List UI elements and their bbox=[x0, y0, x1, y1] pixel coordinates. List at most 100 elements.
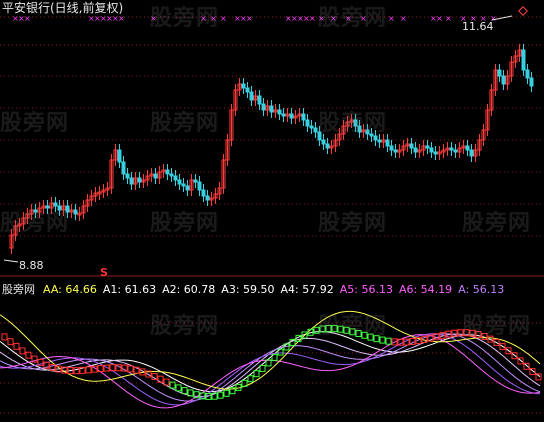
indicator-box bbox=[331, 325, 338, 333]
candle-body bbox=[369, 133, 374, 137]
signal-marker: × bbox=[210, 14, 217, 23]
indicator-box bbox=[355, 330, 362, 337]
candle-body bbox=[389, 145, 394, 151]
candle-body bbox=[309, 125, 314, 129]
signal-marker: × bbox=[436, 14, 443, 23]
candle-body bbox=[353, 119, 358, 127]
signal-marker: × bbox=[150, 14, 157, 23]
indicator-box bbox=[367, 333, 374, 341]
indicator-legend: 股旁网 AA: 64.66 A1: 61.63 A2: 60.78 A3: 59.50 A… bbox=[2, 283, 510, 296]
candle-body bbox=[277, 109, 282, 115]
indicator-box bbox=[349, 328, 356, 336]
signal-marker: × bbox=[24, 14, 31, 23]
candle-body bbox=[33, 209, 38, 213]
candle-body bbox=[413, 147, 418, 153]
candle-body bbox=[153, 173, 158, 179]
indicator-value-a6: A6: 54.19 bbox=[398, 283, 453, 296]
high-price-label: 11.64 bbox=[462, 20, 494, 33]
candle-body bbox=[121, 161, 126, 175]
candle-body bbox=[281, 113, 286, 117]
sell-signal-mark: S bbox=[100, 266, 108, 279]
candle-body bbox=[185, 185, 190, 191]
signal-marker: × bbox=[246, 14, 253, 23]
candle-body bbox=[357, 125, 362, 133]
indicator-box bbox=[361, 331, 368, 339]
candle-body bbox=[313, 127, 318, 133]
candle-body bbox=[393, 149, 398, 153]
candle-body bbox=[433, 151, 438, 155]
indicator-box bbox=[337, 325, 344, 333]
candle-body bbox=[465, 145, 470, 151]
price-chart[interactable]: × × × × × × × × × × × × × × × × × × × × × × × × × × × × × × × × × × bbox=[0, 0, 544, 422]
indicator-box bbox=[1, 333, 8, 341]
indicator-box bbox=[325, 325, 332, 332]
candle-body bbox=[177, 179, 182, 185]
low-price-arrow bbox=[3, 259, 19, 263]
indicator-value-a1: A1: 61.63 bbox=[102, 283, 157, 296]
candle-body bbox=[57, 205, 62, 211]
indicator-box bbox=[181, 387, 188, 395]
chart-window[interactable]: × × × × × × × × × × × × × × × × × × × × × × × × × × × × × × × × × × 平安银行(… bbox=[0, 0, 544, 422]
indicator-box bbox=[373, 335, 380, 343]
candle-body bbox=[525, 69, 530, 79]
signal-marker: × bbox=[388, 14, 395, 23]
indicator-value-a5: A5: 56.13 bbox=[339, 283, 393, 296]
candle-body bbox=[45, 205, 50, 209]
indicator-box bbox=[175, 384, 182, 392]
candle-body bbox=[53, 202, 58, 207]
candle-body bbox=[129, 177, 134, 185]
candle-body bbox=[173, 175, 178, 181]
candle-body bbox=[289, 113, 294, 119]
indicator-box bbox=[475, 331, 482, 338]
candle-body bbox=[245, 87, 250, 93]
candle-body bbox=[321, 139, 326, 145]
indicator-box bbox=[7, 338, 14, 346]
candle-body bbox=[305, 119, 310, 127]
indicator-box bbox=[13, 342, 20, 350]
candle-body bbox=[469, 149, 474, 157]
candle-body bbox=[377, 139, 382, 143]
candle-body bbox=[317, 131, 322, 141]
candle-body bbox=[365, 129, 370, 135]
candle-body bbox=[205, 195, 210, 201]
candle-body bbox=[137, 177, 142, 183]
candle-body bbox=[241, 83, 246, 89]
candle-body bbox=[197, 181, 202, 191]
signal-marker: × bbox=[445, 14, 452, 23]
candle-body bbox=[529, 77, 534, 87]
candle-body bbox=[409, 143, 414, 149]
candle-body bbox=[301, 113, 306, 121]
indicator-box bbox=[253, 370, 260, 378]
signal-marker: × bbox=[220, 14, 227, 23]
signal-marker: × bbox=[360, 14, 367, 23]
indicator-box bbox=[535, 373, 542, 381]
candle-body bbox=[193, 179, 198, 183]
candle-body bbox=[425, 145, 430, 149]
indicator-line bbox=[0, 333, 541, 406]
candle-body bbox=[249, 91, 254, 101]
candle-body bbox=[73, 209, 78, 215]
candle-body bbox=[385, 139, 390, 147]
indicator-line bbox=[0, 333, 541, 398]
indicator-box bbox=[379, 336, 386, 344]
indicator-value-a: A: 56.13 bbox=[458, 283, 505, 296]
signal-marker: × bbox=[345, 14, 352, 23]
indicator-value-a3: A3: 59.50 bbox=[221, 283, 275, 296]
candle-body bbox=[501, 75, 506, 85]
indicator-name: 股旁网 bbox=[2, 283, 35, 296]
candle-body bbox=[429, 147, 434, 153]
signal-marker: × bbox=[318, 14, 325, 23]
indicator-value-aa: AA: 64.66 bbox=[43, 283, 97, 296]
indicator-value-a2: A2: 60.78 bbox=[162, 283, 216, 296]
signal-marker: × bbox=[118, 14, 125, 23]
signal-marker: × bbox=[309, 14, 316, 23]
low-price-label: 8.88 bbox=[19, 259, 44, 272]
indicator-value-a4: A4: 57.92 bbox=[280, 283, 334, 296]
candle-body bbox=[325, 143, 330, 149]
signal-marker: × bbox=[330, 14, 337, 23]
candle-body bbox=[257, 95, 262, 105]
diamond-marker bbox=[518, 6, 528, 16]
candle-body bbox=[125, 173, 130, 179]
indicator-box bbox=[385, 337, 392, 345]
candle-body bbox=[521, 49, 526, 71]
